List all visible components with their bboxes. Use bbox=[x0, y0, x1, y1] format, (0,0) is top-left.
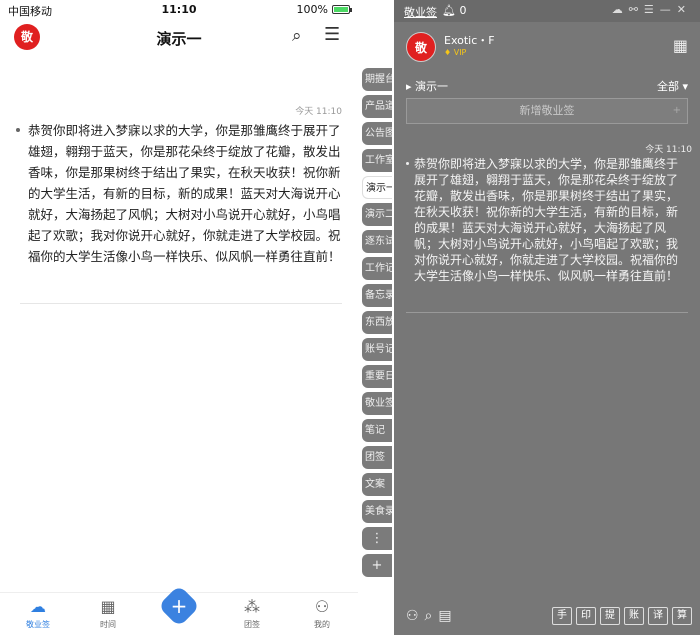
toolbar-left-icons[interactable]: ⚇⌕▤ bbox=[406, 608, 458, 624]
user-icon: ⚇ bbox=[314, 597, 330, 616]
tab-label: 我的 bbox=[314, 620, 330, 629]
tool-button[interactable]: 账 bbox=[624, 607, 644, 625]
tab-label: 团签 bbox=[244, 620, 260, 629]
tool-button[interactable]: 印 bbox=[576, 607, 596, 625]
plus-icon: + bbox=[157, 584, 201, 628]
battery-icon bbox=[332, 5, 352, 14]
tab-time[interactable]: ▦ 时间 bbox=[78, 597, 138, 630]
page-title: 演示一 bbox=[156, 30, 202, 48]
menu-icon[interactable]: ☰ bbox=[324, 24, 340, 45]
add-note-button[interactable]: + bbox=[149, 584, 209, 628]
user-name[interactable]: Exotic・F bbox=[444, 32, 495, 48]
tool-button[interactable]: 提 bbox=[600, 607, 620, 625]
bottom-toolbar: ⚇⌕▤ 手 印 提 账 译 算 bbox=[394, 604, 700, 635]
notification-icon[interactable]: 🔔︎ 0 bbox=[442, 4, 466, 17]
user-profile: 敬 Exotic・F ♦ VIP ▦ bbox=[394, 28, 700, 68]
folder-row: ▸ 演示一 全部 ▾ bbox=[394, 76, 700, 94]
group-icon: ⁂ bbox=[244, 597, 260, 616]
folder-tabs: 期握台 产品道 公告图 工作室 演示一 演示二 逐东试 工作记 备忘录 东西放 … bbox=[362, 68, 392, 581]
tab-label: 敬业签 bbox=[26, 620, 50, 629]
search-icon[interactable]: ⌕ bbox=[292, 26, 302, 46]
vip-label: VIP bbox=[453, 48, 467, 57]
cloud-icon: ☁ bbox=[30, 597, 46, 616]
folder-tab[interactable]: 逐东试 bbox=[362, 230, 392, 253]
divider bbox=[20, 303, 342, 304]
avatar[interactable]: 敬 bbox=[406, 32, 436, 62]
add-icon[interactable]: + bbox=[673, 99, 681, 123]
folder-name[interactable]: ▸ 演示一 bbox=[406, 78, 448, 94]
notification-count: 0 bbox=[459, 4, 467, 17]
folder-tab[interactable]: 产品道 bbox=[362, 95, 392, 118]
folder-tab[interactable]: 公告图 bbox=[362, 122, 392, 145]
divider bbox=[406, 312, 688, 313]
folder-label: 演示一 bbox=[415, 80, 449, 93]
app-header: 敬 演示一 ⌕ ☰ bbox=[0, 20, 358, 56]
filter-dropdown[interactable]: 全部 ▾ bbox=[657, 78, 688, 94]
tool-button[interactable]: 手 bbox=[552, 607, 572, 625]
add-folder-button[interactable]: + bbox=[362, 554, 392, 577]
folder-tab[interactable]: 备忘录 bbox=[362, 284, 392, 307]
note-item[interactable]: 今天 11:10 恭贺你即将进入梦寐以求的大学，你是那雏鹰终于展开了雄翅，翱翔于… bbox=[8, 104, 350, 304]
folder-tab[interactable]: 重要日 bbox=[362, 365, 392, 388]
tab-group[interactable]: ⁂ 团签 bbox=[222, 597, 282, 630]
note-text[interactable]: 恭贺你即将进入梦寐以求的大学，你是那雏鹰终于展开了雄翅，翱翔于蓝天，你是那花朵终… bbox=[28, 120, 350, 267]
app-title[interactable]: 敬业签 bbox=[404, 4, 437, 20]
folder-tab[interactable]: 工作记 bbox=[362, 257, 392, 280]
new-note-input[interactable]: 新增敬业签 + bbox=[406, 98, 688, 124]
new-note-placeholder: 新增敬业签 bbox=[519, 104, 575, 117]
folder-tab[interactable]: 美食录 bbox=[362, 500, 392, 523]
folder-tab[interactable]: 笔记 bbox=[362, 419, 392, 442]
note-time: 今天 11:10 bbox=[645, 145, 692, 155]
bullet-icon bbox=[406, 162, 409, 165]
battery-percent: 100% bbox=[296, 3, 328, 16]
tab-jingyeqian[interactable]: ☁ 敬业签 bbox=[8, 597, 68, 630]
folder-tab[interactable]: 文案 bbox=[362, 473, 392, 496]
folder-tab[interactable]: 期握台 bbox=[362, 68, 392, 91]
desktop-app: 敬业签 🔔︎ 0 ☁⚯☰—✕ 敬 Exotic・F ♦ VIP ▦ ▸ 演示一 … bbox=[394, 0, 700, 635]
phone-app: 中国移动 11:10 100% 敬 演示一 ⌕ ☰ 今天 11:10 恭贺你即将… bbox=[0, 0, 358, 635]
filter-label: 全部 bbox=[656, 80, 679, 93]
window-controls[interactable]: ☁⚯☰—✕ bbox=[612, 3, 692, 16]
calendar-icon: ▦ bbox=[100, 597, 116, 616]
tool-buttons: 手 印 提 账 译 算 bbox=[552, 607, 692, 625]
tool-button[interactable]: 算 bbox=[672, 607, 692, 625]
tab-label: 时间 bbox=[100, 620, 116, 629]
bottom-tab-bar: ☁ 敬业签 ▦ 时间 + ⁂ 团签 ⚇ 我的 bbox=[0, 584, 358, 635]
folder-tab[interactable]: 演示二 bbox=[362, 203, 392, 226]
folder-tab[interactable]: 敬业签 bbox=[362, 392, 392, 415]
bullet-icon bbox=[16, 128, 20, 132]
note-time: 今天 11:10 bbox=[295, 107, 342, 117]
vip-badge: ♦ VIP bbox=[444, 48, 467, 57]
folder-tab[interactable]: 团签 bbox=[362, 446, 392, 469]
status-right: 100% bbox=[296, 3, 352, 16]
folder-tab[interactable]: 工作室 bbox=[362, 149, 392, 172]
more-tabs-button[interactable]: ⋮ bbox=[362, 527, 392, 550]
tool-button[interactable]: 译 bbox=[648, 607, 668, 625]
tab-mine[interactable]: ⚇ 我的 bbox=[292, 597, 352, 630]
calendar-icon[interactable]: ▦ bbox=[673, 36, 688, 55]
folder-tab-active[interactable]: 演示一 bbox=[362, 176, 392, 199]
folder-tab[interactable]: 账号记 bbox=[362, 338, 392, 361]
note-text[interactable]: 恭贺你即将进入梦寐以求的大学，你是那雏鹰终于展开了雄翅，翱翔于蓝天，你是那花朵终… bbox=[414, 156, 688, 284]
status-bar: 中国移动 11:10 100% bbox=[0, 0, 358, 20]
window-titlebar: 敬业签 🔔︎ 0 ☁⚯☰—✕ bbox=[394, 0, 700, 22]
folder-tab[interactable]: 东西放 bbox=[362, 311, 392, 334]
